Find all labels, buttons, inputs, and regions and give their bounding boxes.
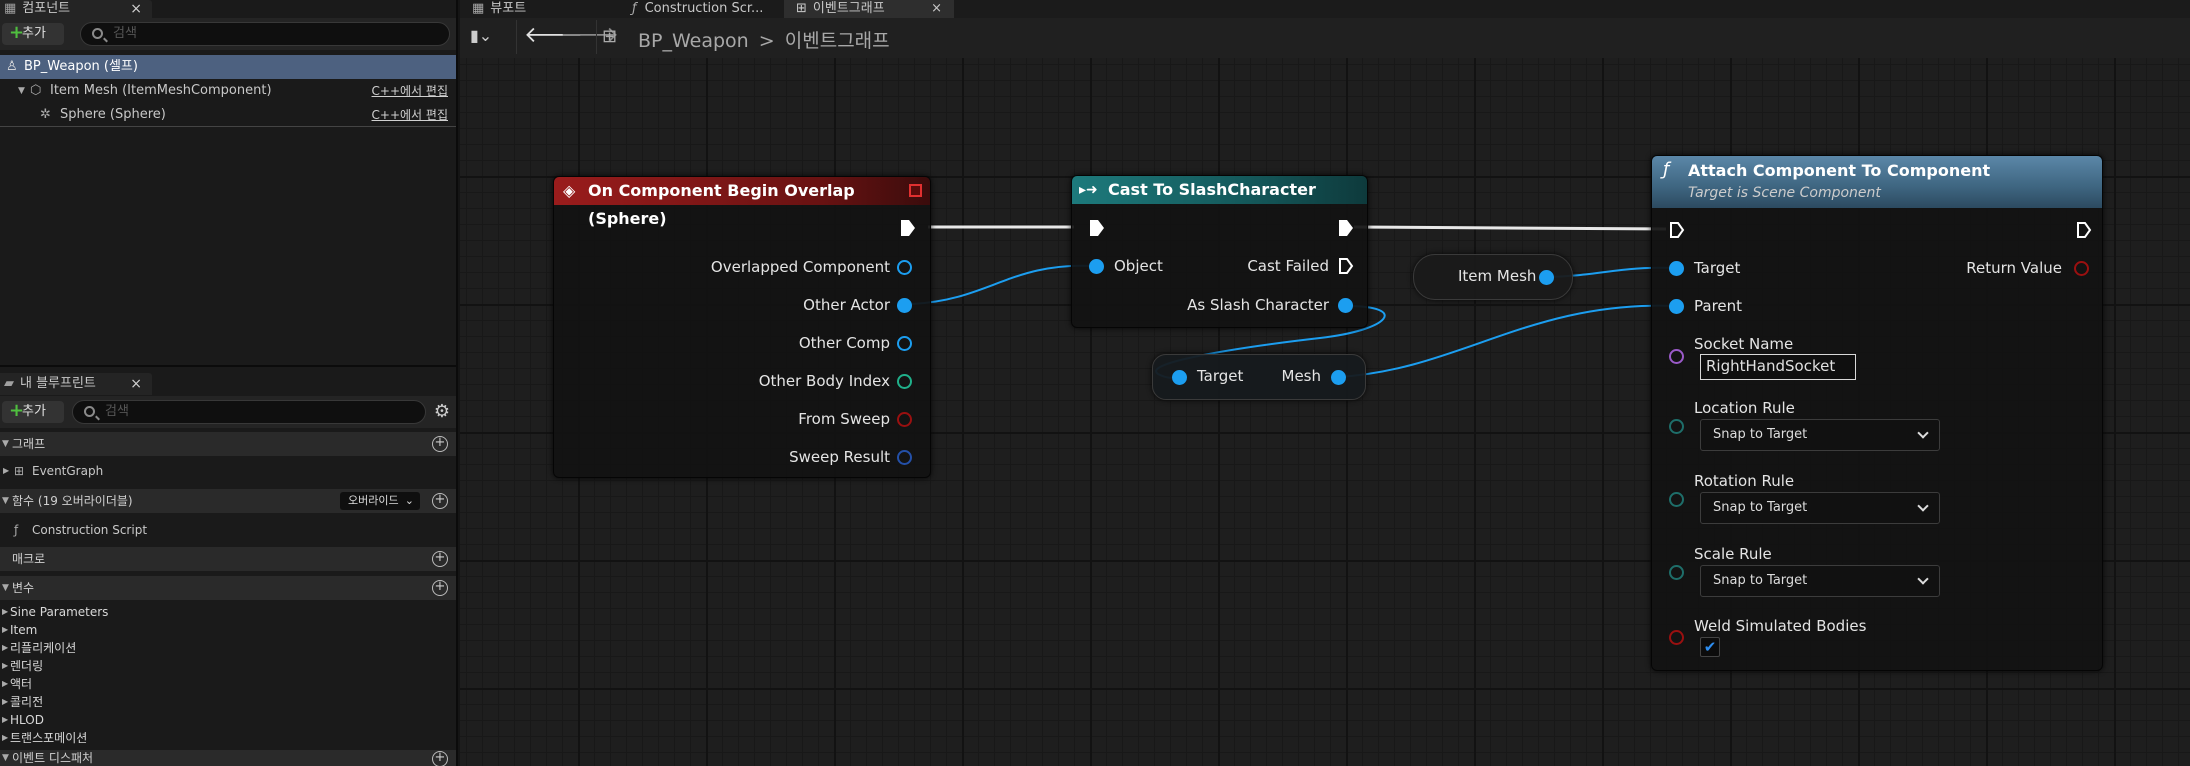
pin-label: Scale Rule — [1694, 545, 1772, 563]
node-subtitle: Target is Scene Component — [1688, 185, 1881, 201]
object-pin[interactable] — [897, 298, 912, 313]
node-title: Attach Component To Component — [1688, 161, 1991, 180]
object-pin[interactable] — [897, 260, 912, 275]
object-pin[interactable] — [1172, 370, 1187, 385]
node-header[interactable]: ƒ Attach Component To Component Target i… — [1652, 156, 2102, 208]
pin-label: Target — [1197, 367, 1244, 385]
pin-label: Location Rule — [1694, 399, 1795, 417]
name-pin[interactable] — [1669, 349, 1684, 364]
enum-pin[interactable] — [1669, 419, 1684, 434]
pin-label: Return Value — [1966, 259, 2062, 277]
event-diamond-icon: ◈ — [563, 181, 576, 200]
pin-label: Sweep Result — [789, 448, 890, 466]
scale-rule-dropdown[interactable]: Snap to Target — [1700, 565, 1940, 597]
object-pin[interactable] — [1331, 370, 1346, 385]
get-mesh-node[interactable]: Target Mesh — [1152, 354, 1366, 400]
pin-label: Overlapped Component — [710, 258, 890, 276]
struct-pin[interactable] — [897, 450, 912, 465]
rotation-rule-dropdown[interactable]: Snap to Target — [1700, 492, 1940, 524]
node-title: Cast To SlashCharacter — [1108, 180, 1316, 199]
exec-in-pin[interactable] — [1669, 221, 1685, 239]
pin-label: As Slash Character — [1187, 296, 1329, 314]
pin-label: Socket Name — [1694, 335, 1794, 353]
object-pin[interactable] — [1539, 270, 1554, 285]
object-pin[interactable] — [1669, 299, 1684, 314]
exec-out-pin[interactable] — [1338, 257, 1354, 275]
location-rule-dropdown[interactable]: Snap to Target — [1700, 419, 1940, 451]
pin-label: Rotation Rule — [1694, 472, 1795, 490]
delegate-pin-icon[interactable] — [909, 184, 922, 197]
dropdown-value: Snap to Target — [1713, 500, 1808, 515]
object-wire — [911, 264, 1095, 305]
object-wire — [1337, 304, 1677, 378]
pin-label: Other Actor — [803, 296, 890, 314]
dropdown-value: Snap to Target — [1713, 573, 1808, 588]
object-pin[interactable] — [1669, 261, 1684, 276]
enum-pin[interactable] — [1669, 492, 1684, 507]
enum-pin[interactable] — [1669, 565, 1684, 580]
object-pin[interactable] — [1338, 298, 1353, 313]
chevron-down-icon — [1917, 427, 1929, 439]
chevron-down-icon — [1917, 500, 1929, 512]
object-pin[interactable] — [1089, 259, 1104, 274]
variable-label: Item Mesh — [1458, 267, 1537, 285]
function-icon: ƒ — [1663, 159, 1670, 180]
boolean-pin[interactable] — [897, 412, 912, 427]
node-header[interactable]: ▸➜ Cast To SlashCharacter — [1072, 176, 1367, 204]
dropdown-value: Snap to Target — [1713, 427, 1808, 442]
exec-out-pin[interactable] — [900, 219, 916, 237]
pin-label: From Sweep — [798, 410, 890, 428]
exec-out-pin[interactable] — [1338, 219, 1354, 237]
integer-pin[interactable] — [897, 374, 912, 389]
pin-label: Object — [1114, 257, 1163, 275]
pin-label: Weld Simulated Bodies — [1694, 617, 1867, 635]
exec-out-pin[interactable] — [2076, 221, 2092, 239]
weld-checkbox[interactable]: ✔ — [1700, 637, 1720, 657]
boolean-pin[interactable] — [2074, 261, 2089, 276]
cast-icon: ▸➜ — [1079, 182, 1098, 198]
pin-label: Other Comp — [798, 334, 890, 352]
object-pin[interactable] — [897, 336, 912, 351]
pin-label: Parent — [1694, 297, 1743, 315]
exec-wire — [1353, 225, 1667, 231]
boolean-pin[interactable] — [1669, 630, 1684, 645]
chevron-down-icon — [1917, 573, 1929, 585]
pin-label: Other Body Index — [758, 372, 890, 390]
event-node-begin-overlap[interactable]: ◈ On Component Begin Overlap (Sphere) Ov… — [553, 176, 931, 478]
socket-name-input[interactable]: RightHandSocket — [1700, 354, 1856, 380]
pin-label: Mesh — [1281, 367, 1322, 385]
function-node-attach[interactable]: ƒ Attach Component To Component Target i… — [1651, 155, 2103, 671]
pin-label: Target — [1694, 259, 1741, 277]
node-title: On Component Begin Overlap (Sphere) — [588, 181, 855, 228]
pin-label: Cast Failed — [1247, 257, 1329, 275]
exec-in-pin[interactable] — [1089, 219, 1105, 237]
cast-node[interactable]: ▸➜ Cast To SlashCharacter Object Cast Fa… — [1071, 175, 1368, 328]
variable-node-item-mesh[interactable]: Item Mesh — [1413, 254, 1573, 300]
node-header[interactable]: ◈ On Component Begin Overlap (Sphere) — [554, 177, 930, 228]
